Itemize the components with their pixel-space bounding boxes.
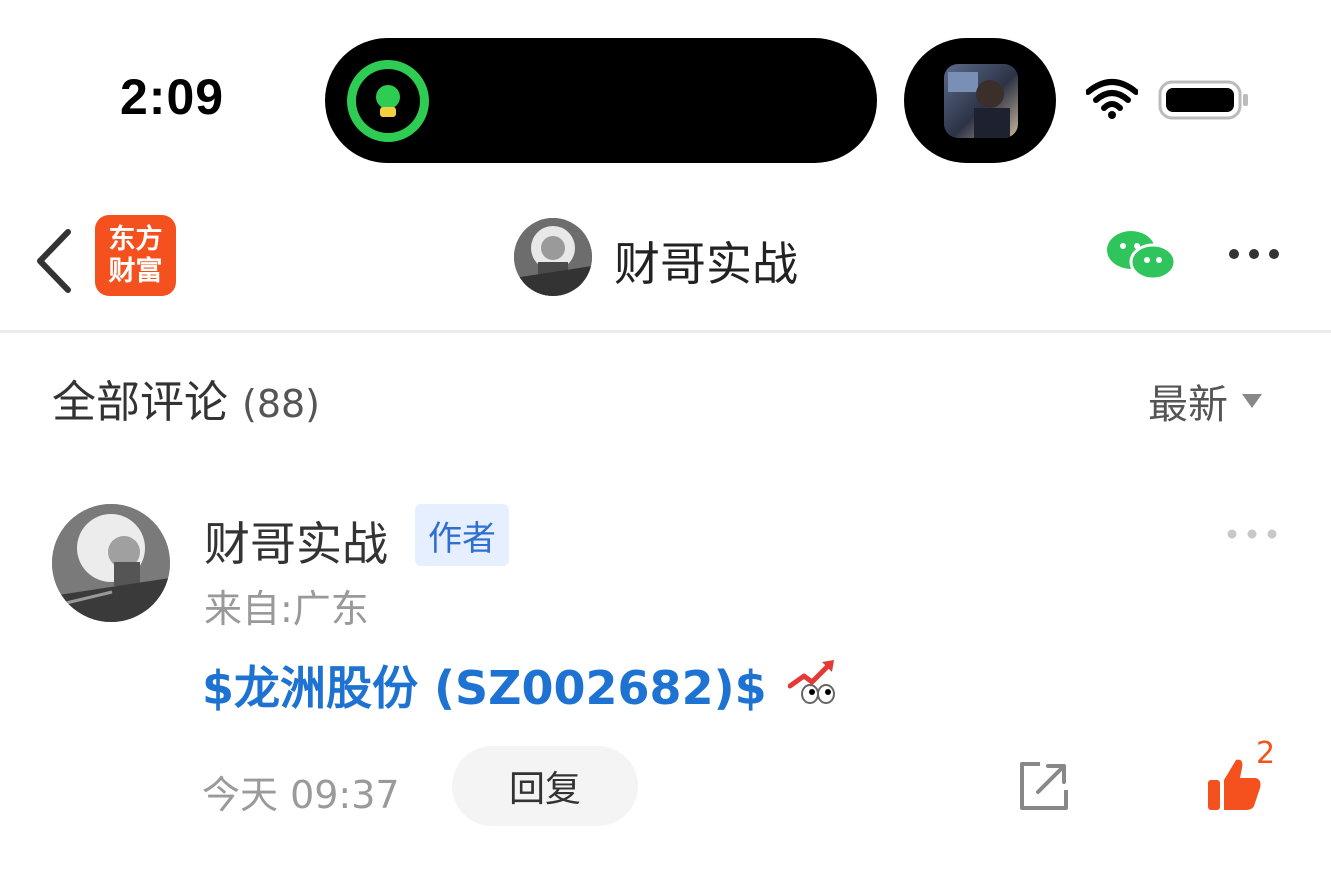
caret-down-icon: [1242, 394, 1262, 408]
author-badge: 作者: [415, 504, 509, 566]
share-icon[interactable]: [1018, 760, 1070, 812]
battery-icon: [1158, 80, 1248, 120]
comments-header: 全部评论 (88): [52, 366, 320, 430]
like-count: 2: [1256, 736, 1276, 771]
live-activity-app-icon[interactable]: [347, 60, 429, 142]
dynamic-island[interactable]: [325, 38, 877, 163]
reply-button[interactable]: 回复: [452, 746, 638, 826]
wechat-share-icon[interactable]: [1105, 228, 1177, 284]
comments-count: (88): [242, 382, 321, 426]
stock-link[interactable]: $龙洲股份 (SZ002682)$: [202, 652, 767, 718]
app-logo[interactable]: 东方 财富: [95, 215, 176, 296]
sort-label: 最新: [1148, 382, 1228, 428]
wifi-icon: [1086, 79, 1138, 119]
comment-time: 今天 09:37: [202, 773, 400, 817]
sort-dropdown[interactable]: 最新: [1148, 372, 1262, 430]
back-icon[interactable]: [30, 226, 80, 296]
media-live-activity[interactable]: [904, 38, 1056, 163]
comment-location: 来自:广东: [204, 587, 369, 631]
nav-avatar[interactable]: [514, 218, 592, 296]
media-thumbnail: [944, 64, 1018, 138]
stock-up-emoji-icon: [788, 660, 835, 704]
logo-line1: 东方: [108, 223, 163, 255]
more-options-icon[interactable]: [1226, 246, 1282, 262]
comments-header-label: 全部评论: [52, 377, 228, 428]
page: 2:09 东方 财富 财哥实战 全部评论 (88) 最新 财哥实战 作者 来自:…: [0, 0, 1331, 880]
logo-line2: 财富: [108, 255, 163, 287]
comment-author-avatar[interactable]: [52, 504, 170, 622]
nav-title: 财哥实战: [614, 237, 798, 291]
status-time: 2:09: [120, 69, 225, 125]
comment-author-name[interactable]: 财哥实战: [204, 508, 388, 574]
nav-divider: [0, 330, 1331, 333]
comment-more-icon[interactable]: [1226, 528, 1278, 540]
nav-bar: 东方 财富 财哥实战: [0, 190, 1331, 330]
